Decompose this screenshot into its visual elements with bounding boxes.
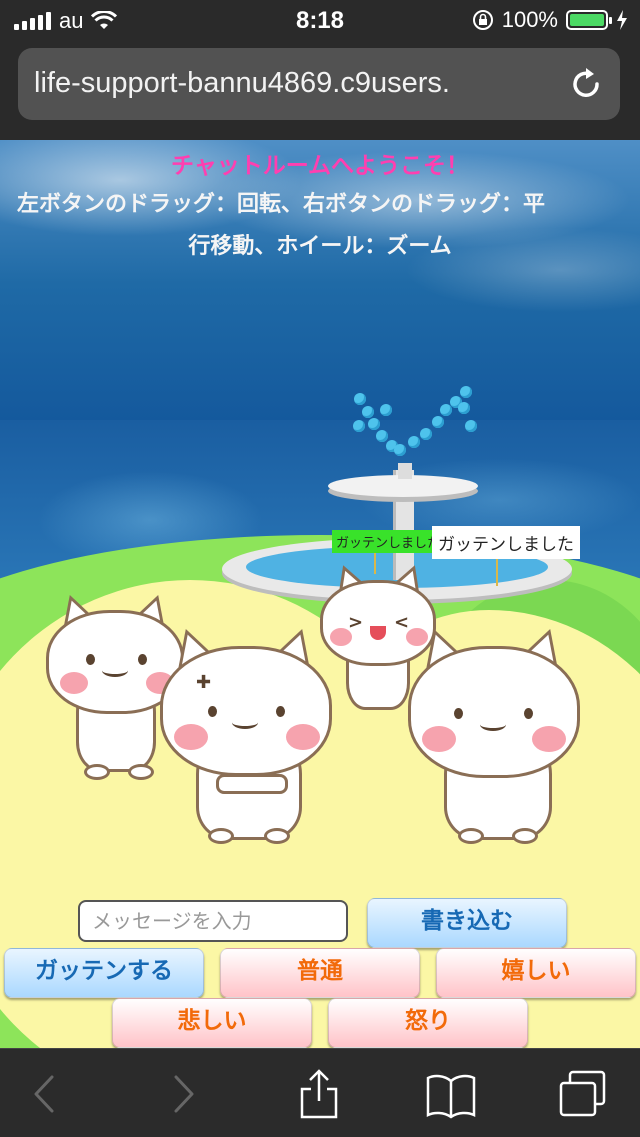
orientation-lock-icon bbox=[472, 10, 493, 30]
welcome-title: チャットルームへようこそ！ bbox=[170, 153, 470, 179]
controls-help: 左ボタンのドラッグ：回転、右ボタンのドラッグ：平 行移動、ホイール：ズーム bbox=[0, 184, 640, 268]
status-bar: au 8:18 100% bbox=[0, 0, 640, 40]
emotion-angry-button[interactable]: 怒り bbox=[328, 998, 528, 1048]
status-right: 100% bbox=[472, 7, 628, 33]
controls-help-line2: 行移動、ホイール：ズーム bbox=[188, 234, 452, 259]
speech-bubble: ガッテンしました bbox=[432, 526, 580, 559]
speech-bubble: ガッテンしました bbox=[332, 530, 445, 553]
agree-button[interactable]: ガッテンする bbox=[4, 948, 204, 998]
speech-pole bbox=[374, 550, 376, 574]
forward-icon[interactable] bbox=[158, 1069, 208, 1119]
chat-3d-scene[interactable]: ガッテンしました ガッテンしました > < ✚ チャットルームへようこそ！ 左ボ… bbox=[0, 140, 640, 1050]
share-icon[interactable] bbox=[294, 1069, 344, 1119]
tabs-icon[interactable] bbox=[558, 1069, 608, 1119]
fountain-top bbox=[398, 463, 412, 479]
reload-icon[interactable] bbox=[566, 64, 606, 104]
browser-toolbar bbox=[0, 1048, 640, 1137]
message-input[interactable] bbox=[78, 900, 348, 942]
battery-level bbox=[570, 14, 604, 26]
controls-help-line1: 左ボタンのドラッグ：回転、右ボタンのドラッグ：平 bbox=[17, 192, 546, 217]
browser-header: life-support-bannu4869.c9users. bbox=[0, 40, 640, 140]
charging-icon bbox=[617, 10, 627, 30]
back-icon[interactable] bbox=[20, 1069, 70, 1119]
address-bar[interactable]: life-support-bannu4869.c9users. bbox=[18, 48, 620, 120]
speech-pole bbox=[496, 556, 498, 586]
emotion-sad-button[interactable]: 悲しい bbox=[112, 998, 312, 1048]
bookmarks-icon[interactable] bbox=[426, 1069, 476, 1119]
emotion-normal-button[interactable]: 普通 bbox=[220, 948, 420, 998]
battery-percent: 100% bbox=[501, 7, 558, 32]
url-text[interactable]: life-support-bannu4869.c9users. bbox=[34, 67, 554, 100]
submit-button[interactable]: 書き込む bbox=[367, 898, 567, 948]
emotion-happy-button[interactable]: 嬉しい bbox=[436, 948, 636, 998]
battery-icon bbox=[566, 10, 612, 30]
